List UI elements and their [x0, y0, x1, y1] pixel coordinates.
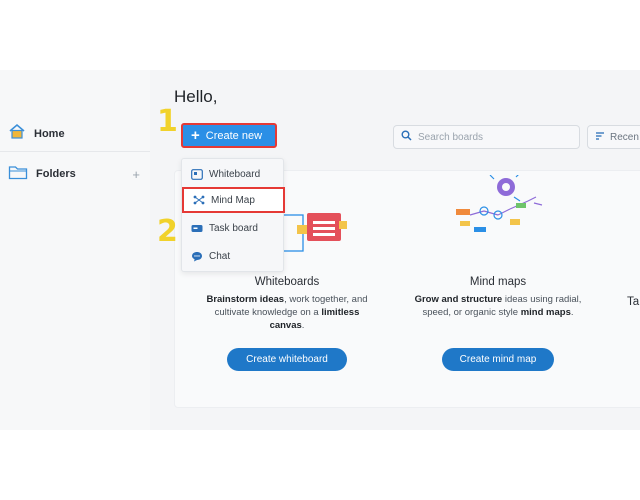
annotation-step-2: 2 [157, 214, 178, 249]
whiteboards-title: Whiteboards [254, 276, 320, 288]
menu-item-task-board[interactable]: Task board [182, 215, 285, 241]
chat-icon [191, 250, 203, 262]
menu-item-label: Chat [209, 250, 231, 262]
sidebar-item-label: Home [34, 127, 65, 140]
annotation-step-1: 1 [157, 104, 178, 139]
task-boards-title: Ta [627, 296, 640, 308]
menu-item-whiteboard[interactable]: Whiteboard [182, 161, 285, 187]
whiteboards-description: Brainstorm ideas, work together, and cul… [197, 293, 377, 332]
mind-maps-description: Grow and structure ideas using radial, s… [408, 293, 588, 319]
add-folder-button[interactable]: + [132, 167, 140, 182]
app-window: Home Folders + Hello, + Create new Searc… [0, 70, 640, 430]
mind-maps-desc-bold-2: mind maps [520, 307, 571, 318]
sidebar-item-label: Folders [36, 168, 76, 180]
create-new-button[interactable]: + Create new [181, 123, 277, 148]
sidebar-item-folders[interactable]: Folders + [0, 156, 150, 192]
home-icon [8, 123, 26, 144]
mind-map-icon [193, 194, 205, 206]
folder-icon [8, 164, 28, 185]
menu-item-label: Task board [209, 222, 258, 234]
sort-dropdown[interactable]: Recen [587, 125, 640, 149]
plus-icon: + [191, 127, 200, 144]
mind-maps-desc-bold-1: Grow and structure [414, 294, 503, 305]
sidebar-item-home[interactable]: Home [0, 116, 150, 152]
menu-item-label: Mind Map [211, 194, 255, 206]
menu-item-chat[interactable]: Chat [182, 243, 285, 269]
page-greeting: Hello, [174, 87, 218, 106]
menu-item-mind-map[interactable]: Mind Map [182, 187, 285, 213]
create-new-label: Create new [205, 129, 263, 142]
task-board-icon [191, 222, 203, 234]
create-new-menu: Whiteboard Mind Map Task board Chat [181, 158, 285, 272]
mind-maps-desc-text-2: . [570, 307, 574, 318]
search-placeholder: Search boards [418, 131, 484, 143]
menu-item-label: Whiteboard [209, 168, 261, 180]
whiteboards-desc-text-2: . [301, 320, 305, 331]
create-whiteboard-button[interactable]: Create whiteboard [227, 348, 347, 371]
whiteboard-icon [191, 168, 203, 180]
sort-label: Recen [610, 131, 639, 143]
whiteboards-desc-bold-1: Brainstorm ideas [206, 294, 285, 305]
search-input[interactable]: Search boards [393, 125, 580, 149]
search-icon [401, 128, 412, 146]
mind-maps-title: Mind maps [469, 276, 527, 288]
create-mind-map-button[interactable]: Create mind map [442, 348, 554, 371]
sort-icon [595, 128, 605, 146]
mind-map-illustration [450, 172, 550, 255]
sidebar: Home Folders + [0, 70, 150, 430]
